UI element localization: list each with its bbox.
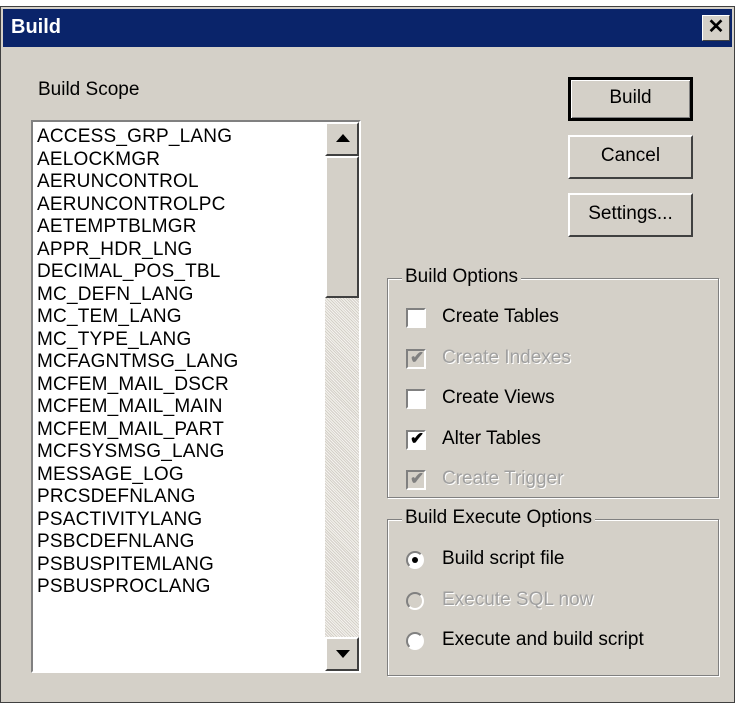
create-views-checkbox[interactable] xyxy=(406,389,426,409)
list-item[interactable]: MCFEM_MAIL_MAIN xyxy=(37,396,238,419)
list-item[interactable]: AERUNCONTROL xyxy=(37,171,238,194)
list-item[interactable]: PSBUSPROCLANG xyxy=(37,576,238,599)
scroll-down-button[interactable] xyxy=(325,637,359,671)
arrow-down-icon xyxy=(336,650,350,658)
list-item[interactable]: AERUNCONTROLPC xyxy=(37,194,238,217)
create-trigger-label: Create Trigger xyxy=(442,468,564,489)
list-item[interactable]: MCFSYSMSG_LANG xyxy=(37,441,238,464)
checkmark-icon: ✔ xyxy=(410,469,425,488)
list-item[interactable]: DECIMAL_POS_TBL xyxy=(37,261,238,284)
create-views-label: Create Views xyxy=(442,387,555,408)
list-item[interactable]: MCFEM_MAIL_PART xyxy=(37,419,238,442)
list-item[interactable]: MCFEM_MAIL_DSCR xyxy=(37,374,238,397)
execute-and-build-label: Execute and build script xyxy=(442,629,644,650)
window-title: Build xyxy=(11,16,61,38)
list-item[interactable]: PSBCDEFNLANG xyxy=(37,531,238,554)
build-script-file-label: Build script file xyxy=(442,548,565,569)
vertical-scrollbar[interactable] xyxy=(325,122,359,671)
build-scope-listbox[interactable]: ACCESS_GRP_LANG AELOCKMGR AERUNCONTROL AERU… xyxy=(31,120,361,673)
list-item[interactable]: MCFAGNTMSG_LANG xyxy=(37,351,238,374)
build-scope-items: ACCESS_GRP_LANG AELOCKMGR AERUNCONTROL AERU… xyxy=(37,126,238,599)
list-item[interactable]: PSACTIVITYLANG xyxy=(37,509,238,532)
close-button[interactable]: ✕ xyxy=(702,15,730,41)
checkmark-icon: ✔ xyxy=(410,429,425,448)
create-tables-checkbox[interactable] xyxy=(406,308,426,328)
radio-dot-icon xyxy=(412,557,418,563)
alter-tables-label: Alter Tables xyxy=(442,428,541,449)
settings-button[interactable]: Settings... xyxy=(568,193,693,237)
create-trigger-checkbox: ✔ xyxy=(406,469,426,490)
list-item[interactable]: PRCSDEFNLANG xyxy=(37,486,238,509)
build-options-legend: Build Options xyxy=(402,266,522,288)
create-indexes-label: Create Indexes xyxy=(442,347,571,368)
list-item[interactable]: MC_DEFN_LANG xyxy=(37,284,238,307)
execute-and-build-radio[interactable] xyxy=(406,632,424,650)
build-options-group: Build Options Create Tables ✔ Create Ind… xyxy=(387,266,719,498)
scrollbar-thumb[interactable] xyxy=(325,156,359,298)
alter-tables-checkbox[interactable]: ✔ xyxy=(406,429,426,450)
list-item[interactable]: APPR_HDR_LNG xyxy=(37,239,238,262)
close-icon: ✕ xyxy=(707,16,725,38)
execute-sql-now-label: Execute SQL now xyxy=(442,589,594,610)
create-indexes-checkbox: ✔ xyxy=(406,348,426,369)
list-item[interactable]: MESSAGE_LOG xyxy=(37,464,238,487)
title-bar[interactable]: Build ✕ xyxy=(3,9,732,47)
list-item[interactable]: MC_TEM_LANG xyxy=(37,306,238,329)
cancel-button[interactable]: Cancel xyxy=(568,135,693,179)
create-tables-label: Create Tables xyxy=(442,306,559,327)
list-item[interactable]: AETEMPTBLMGR xyxy=(37,216,238,239)
scroll-up-button[interactable] xyxy=(325,122,359,156)
list-item[interactable]: ACCESS_GRP_LANG xyxy=(37,126,238,149)
execute-sql-now-radio xyxy=(406,592,424,610)
arrow-up-icon xyxy=(336,134,350,142)
list-item[interactable]: PSBUSPITEMLANG xyxy=(37,554,238,577)
build-dialog: Build ✕ Build Scope ACCESS_GRP_LANG AELOC… xyxy=(0,6,735,703)
build-script-file-radio[interactable] xyxy=(406,551,424,569)
build-scope-label: Build Scope xyxy=(38,79,140,100)
build-button[interactable]: Build xyxy=(568,77,693,121)
build-execute-options-legend: Build Execute Options xyxy=(402,507,595,529)
list-item[interactable]: MC_TYPE_LANG xyxy=(37,329,238,352)
build-execute-options-group: Build Execute Options Build script file … xyxy=(387,507,719,676)
list-item[interactable]: AELOCKMGR xyxy=(37,149,238,172)
checkmark-icon: ✔ xyxy=(410,348,425,367)
